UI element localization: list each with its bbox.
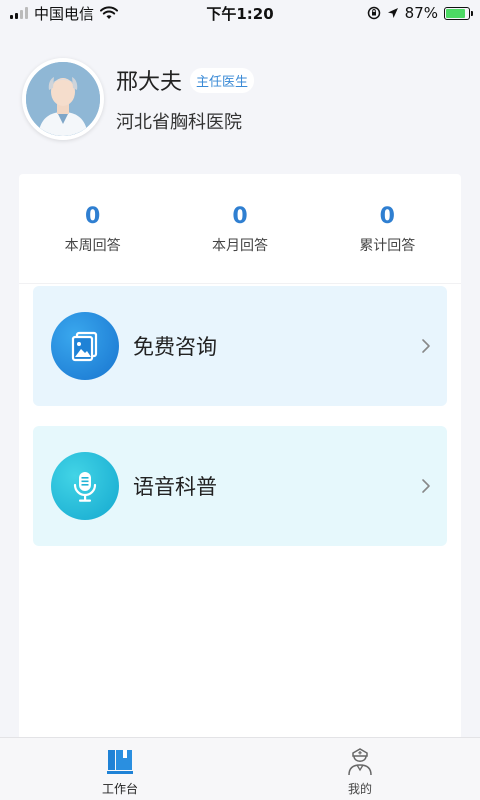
screen: 中国电信 下午1:20 87% 邢大夫 主任医生 河北省胸科医院 0 本周回答 … [0, 0, 480, 800]
consult-icon-circle [51, 312, 119, 380]
gallery-icon [71, 331, 98, 362]
tab-workbench[interactable]: 工作台 [0, 738, 240, 800]
wifi-icon [100, 6, 119, 19]
title-badge: 主任医生 [190, 67, 255, 93]
free-consult-label: 免费咨询 [133, 335, 217, 359]
battery-icon [444, 6, 473, 20]
avatar[interactable] [22, 58, 104, 140]
doctor-icon [348, 748, 372, 776]
name-row: 邢大夫 主任医生 [116, 64, 255, 96]
workbench-icon [107, 750, 133, 774]
voice-icon-circle [51, 452, 119, 520]
tab-label: 我的 [347, 782, 372, 796]
stat-label: 本周回答 [64, 238, 121, 254]
microphone-icon [73, 472, 97, 502]
battery-fill [446, 8, 466, 18]
workbench-card: 0 本周回答 0 本月回答 0 累计回答 免费咨询 语音科普 [19, 174, 461, 740]
chevron-right-icon [422, 339, 430, 353]
stat-value: 0 [379, 204, 395, 229]
stat-month[interactable]: 0 本月回答 [166, 204, 313, 283]
doctor-avatar-icon [26, 62, 100, 136]
profile-info: 邢大夫 主任医生 河北省胸科医院 [116, 64, 255, 134]
stat-value: 0 [232, 204, 248, 229]
free-consult-button[interactable]: 免费咨询 [33, 286, 447, 406]
stat-week[interactable]: 0 本周回答 [19, 204, 166, 283]
location-icon [387, 8, 398, 18]
doctor-profile: 邢大夫 主任医生 河北省胸科医院 [22, 58, 255, 140]
stat-label: 累计回答 [359, 238, 416, 254]
tab-label: 工作台 [101, 782, 138, 796]
status-right: 87% [367, 4, 473, 22]
stat-value: 0 [85, 204, 101, 229]
tab-bar: 工作台 我的 [0, 737, 480, 800]
status-left: 中国电信 [10, 3, 119, 24]
stat-label: 本月回答 [211, 238, 268, 254]
voice-science-button[interactable]: 语音科普 [33, 426, 447, 546]
doctor-name: 邢大夫 [116, 70, 183, 95]
chevron-right-icon [422, 479, 430, 493]
carrier-label: 中国电信 [34, 4, 95, 23]
voice-science-label: 语音科普 [133, 475, 217, 499]
signal-icon [10, 7, 28, 19]
orientation-lock-icon [367, 6, 380, 20]
tab-mine[interactable]: 我的 [240, 738, 480, 800]
answer-stats: 0 本周回答 0 本月回答 0 累计回答 [19, 174, 461, 284]
stat-total[interactable]: 0 累计回答 [314, 204, 461, 283]
status-bar: 中国电信 下午1:20 87% [0, 0, 480, 26]
hospital-name: 河北省胸科医院 [116, 112, 242, 133]
battery-percent: 87% [404, 4, 438, 22]
